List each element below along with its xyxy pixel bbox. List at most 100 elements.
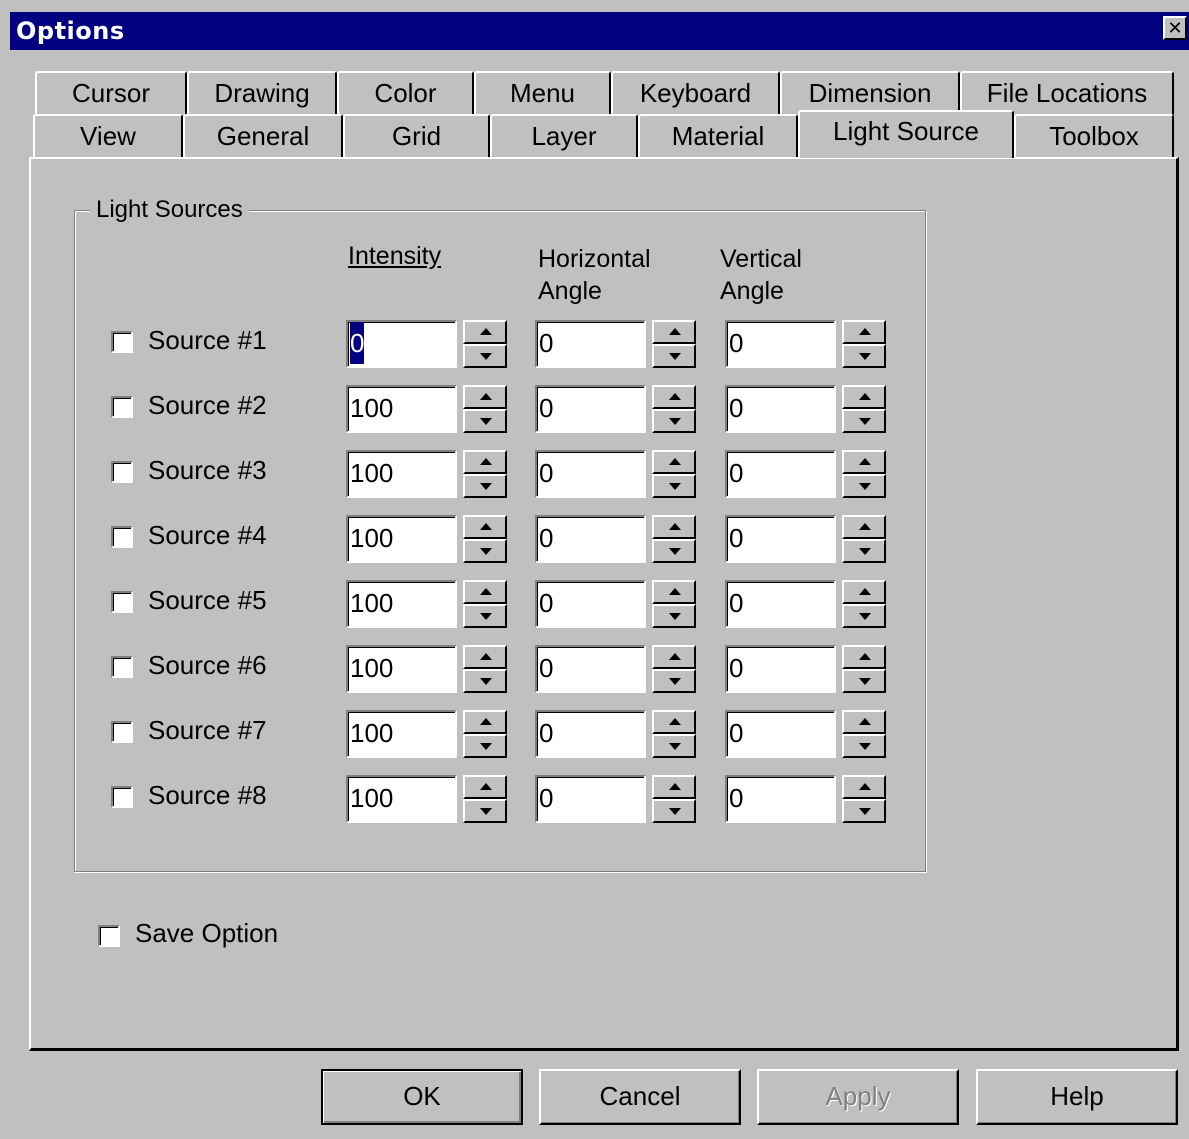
horizontal-angle-spin-down-button[interactable] — [652, 604, 696, 628]
vertical-angle-input[interactable]: 0 — [725, 320, 836, 368]
tab-material[interactable]: Material — [638, 114, 798, 158]
tab-color[interactable]: Color — [337, 71, 474, 115]
horizontal-angle-spin-down-button[interactable] — [652, 734, 696, 758]
horizontal-angle-input[interactable]: 0 — [535, 385, 646, 433]
save-option-checkbox[interactable] — [98, 925, 120, 947]
horizontal-angle-input[interactable]: 0 — [535, 320, 646, 368]
intensity-spin-down-button[interactable] — [463, 344, 507, 368]
tab-toolbox[interactable]: Toolbox — [1014, 114, 1174, 158]
intensity-spin-down-button[interactable] — [463, 539, 507, 563]
intensity-spin-up-button[interactable] — [463, 385, 507, 409]
vertical-angle-spin-up-button[interactable] — [842, 515, 886, 539]
vertical-angle-spin-down-button[interactable] — [842, 604, 886, 628]
horizontal-angle-input[interactable]: 0 — [535, 450, 646, 498]
intensity-input[interactable]: 100 — [346, 515, 457, 563]
vertical-angle-input[interactable]: 0 — [725, 450, 836, 498]
horizontal-angle-spin-down-button[interactable] — [652, 409, 696, 433]
tab-keyboard[interactable]: Keyboard — [611, 71, 780, 115]
source-checkbox[interactable] — [111, 591, 133, 613]
source-checkbox[interactable] — [111, 656, 133, 678]
horizontal-angle-spin-up-button[interactable] — [652, 320, 696, 344]
ok-button[interactable]: OK — [321, 1069, 523, 1125]
intensity-spin-up-button[interactable] — [463, 580, 507, 604]
intensity-spin-up-button[interactable] — [463, 320, 507, 344]
source-checkbox[interactable] — [111, 786, 133, 808]
intensity-spin-up-button[interactable] — [463, 645, 507, 669]
horizontal-angle-spin-up-button[interactable] — [652, 385, 696, 409]
source-checkbox[interactable] — [111, 721, 133, 743]
vertical-angle-spin-down-button[interactable] — [842, 539, 886, 563]
vertical-angle-spin-down-button[interactable] — [842, 474, 886, 498]
close-button[interactable]: ✕ — [1163, 16, 1187, 40]
horizontal-angle-spin-down-button[interactable] — [652, 799, 696, 823]
intensity-input[interactable]: 100 — [346, 385, 457, 433]
tab-drawing[interactable]: Drawing — [187, 71, 337, 115]
intensity-spin-up-button[interactable] — [463, 515, 507, 539]
vertical-angle-spin-up-button[interactable] — [842, 385, 886, 409]
vertical-angle-spin-up-button[interactable] — [842, 320, 886, 344]
vertical-angle-input[interactable]: 0 — [725, 515, 836, 563]
vertical-angle-spin-up-button[interactable] — [842, 710, 886, 734]
intensity-spin-down-button[interactable] — [463, 734, 507, 758]
vertical-angle-input[interactable]: 0 — [725, 775, 836, 823]
horizontal-angle-input[interactable]: 0 — [535, 580, 646, 628]
help-button[interactable]: Help — [976, 1069, 1178, 1125]
tab-file-locations[interactable]: File Locations — [960, 71, 1174, 115]
horizontal-angle-spin-down-button[interactable] — [652, 539, 696, 563]
vertical-angle-spin-down-button[interactable] — [842, 344, 886, 368]
vertical-angle-input[interactable]: 0 — [725, 710, 836, 758]
intensity-spin-up-button[interactable] — [463, 710, 507, 734]
vertical-angle-spin-up-button[interactable] — [842, 645, 886, 669]
horizontal-angle-input[interactable]: 0 — [535, 775, 646, 823]
title-bar[interactable]: Options ✕ — [10, 12, 1189, 50]
tab-menu[interactable]: Menu — [474, 71, 611, 115]
intensity-input[interactable]: 100 — [346, 580, 457, 628]
horizontal-angle-spin-up-button[interactable] — [652, 450, 696, 474]
vertical-angle-input[interactable]: 0 — [725, 580, 836, 628]
vertical-angle-spin-down-button[interactable] — [842, 669, 886, 693]
source-checkbox[interactable] — [111, 331, 133, 353]
horizontal-angle-spin-down-button[interactable] — [652, 669, 696, 693]
tab-view[interactable]: View — [33, 114, 183, 158]
intensity-spin-down-button[interactable] — [463, 799, 507, 823]
vertical-angle-spin-up-button[interactable] — [842, 580, 886, 604]
vertical-angle-spin-up-button[interactable] — [842, 775, 886, 799]
horizontal-angle-input[interactable]: 0 — [535, 645, 646, 693]
intensity-spin-up-button[interactable] — [463, 450, 507, 474]
tab-layer[interactable]: Layer — [490, 114, 638, 158]
source-checkbox[interactable] — [111, 526, 133, 548]
tab-light-source[interactable]: Light Source — [798, 110, 1014, 158]
vertical-angle-spin-up-button[interactable] — [842, 450, 886, 474]
vertical-angle-input[interactable]: 0 — [725, 385, 836, 433]
intensity-input[interactable]: 100 — [346, 775, 457, 823]
intensity-input[interactable]: 100 — [346, 645, 457, 693]
vertical-angle-input[interactable]: 0 — [725, 645, 836, 693]
horizontal-angle-spin-down-button[interactable] — [652, 344, 696, 368]
horizontal-angle-spin-up-button[interactable] — [652, 710, 696, 734]
intensity-input[interactable]: 0 — [346, 320, 457, 368]
intensity-spin-down-button[interactable] — [463, 474, 507, 498]
intensity-spin-down-button[interactable] — [463, 409, 507, 433]
intensity-input[interactable]: 100 — [346, 450, 457, 498]
intensity-spin-down-button[interactable] — [463, 604, 507, 628]
horizontal-angle-input[interactable]: 0 — [535, 710, 646, 758]
apply-button[interactable]: Apply — [757, 1069, 959, 1125]
horizontal-angle-spin-up-button[interactable] — [652, 580, 696, 604]
intensity-spin-down-button[interactable] — [463, 669, 507, 693]
tab-dimension[interactable]: Dimension — [780, 71, 960, 115]
horizontal-angle-input[interactable]: 0 — [535, 515, 646, 563]
horizontal-angle-spin-up-button[interactable] — [652, 515, 696, 539]
cancel-button[interactable]: Cancel — [539, 1069, 741, 1125]
vertical-angle-spin-down-button[interactable] — [842, 409, 886, 433]
intensity-spin-up-button[interactable] — [463, 775, 507, 799]
vertical-angle-spin-down-button[interactable] — [842, 799, 886, 823]
source-checkbox[interactable] — [111, 461, 133, 483]
source-checkbox[interactable] — [111, 396, 133, 418]
horizontal-angle-spin-down-button[interactable] — [652, 474, 696, 498]
tab-cursor[interactable]: Cursor — [35, 71, 187, 115]
tab-grid[interactable]: Grid — [343, 114, 490, 158]
intensity-input[interactable]: 100 — [346, 710, 457, 758]
vertical-angle-spin-down-button[interactable] — [842, 734, 886, 758]
horizontal-angle-spin-up-button[interactable] — [652, 775, 696, 799]
tab-general[interactable]: General — [183, 114, 343, 158]
